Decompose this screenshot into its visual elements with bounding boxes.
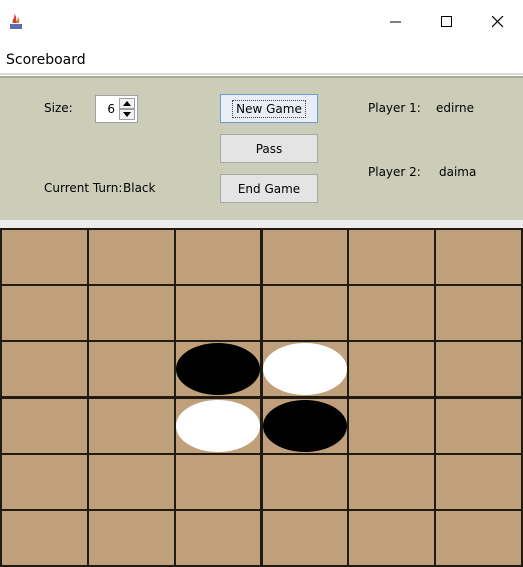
size-spinner-value[interactable]: 6 (107, 102, 115, 116)
player1-label: Player 1: (368, 101, 421, 115)
menu-scoreboard[interactable]: Scoreboard (6, 52, 86, 68)
pass-button[interactable]: Pass (220, 134, 318, 163)
close-button[interactable] (478, 8, 518, 36)
minimize-button[interactable] (376, 8, 416, 36)
board-cell[interactable] (88, 342, 174, 397)
java-app-icon (7, 11, 25, 31)
arrow-down-icon (123, 112, 131, 117)
board-cell[interactable] (436, 510, 521, 565)
board-cell[interactable] (436, 286, 521, 341)
board-cell[interactable] (262, 454, 348, 509)
board-cell[interactable] (436, 342, 521, 397)
board-cell[interactable] (88, 454, 174, 509)
game-board (0, 228, 523, 567)
close-icon (492, 16, 504, 28)
board-cell[interactable] (2, 454, 87, 509)
board-cell[interactable] (88, 510, 174, 565)
divider (0, 220, 523, 228)
board-cell[interactable] (436, 454, 521, 509)
spinner-down-button[interactable] (119, 109, 135, 120)
board-cell[interactable] (436, 398, 521, 453)
board-cell[interactable] (175, 230, 261, 285)
maximize-button[interactable] (427, 8, 467, 36)
board-cell[interactable] (262, 230, 348, 285)
board-cell[interactable] (2, 286, 87, 341)
pass-label: Pass (255, 141, 283, 156)
current-turn-label: Current Turn: (44, 181, 123, 195)
board-cell[interactable] (2, 342, 87, 397)
player2-label: Player 2: (368, 165, 421, 179)
board-cell[interactable] (262, 510, 348, 565)
current-turn-value: Black (123, 181, 156, 195)
size-label: Size: (44, 101, 73, 115)
size-spinner[interactable]: 6 (95, 95, 138, 123)
new-game-button[interactable]: New Game (220, 94, 318, 123)
board-cell[interactable] (349, 510, 435, 565)
board-cell[interactable] (175, 286, 261, 341)
board-cell[interactable] (349, 230, 435, 285)
board-cell[interactable] (175, 510, 261, 565)
board-cell[interactable] (88, 286, 174, 341)
divider (0, 73, 523, 75)
board-cell[interactable] (88, 230, 174, 285)
maximize-icon (441, 16, 452, 27)
player1-name: edirne (436, 101, 475, 115)
board-cell[interactable] (262, 286, 348, 341)
end-game-button[interactable]: End Game (220, 174, 318, 203)
arrow-up-icon (123, 101, 131, 106)
white-disc (175, 399, 261, 452)
board-cell[interactable] (88, 398, 174, 453)
title-bar (0, 0, 523, 44)
board-cell[interactable] (349, 454, 435, 509)
board-cell[interactable] (2, 230, 87, 285)
board-cell[interactable] (349, 398, 435, 453)
board-cell[interactable] (349, 342, 435, 397)
board-cell[interactable] (2, 398, 87, 453)
new-game-label: New Game (232, 99, 306, 118)
board-cell[interactable] (436, 230, 521, 285)
spinner-up-button[interactable] (119, 98, 135, 109)
minimize-icon (390, 21, 401, 23)
menu-bar: Scoreboard (0, 46, 523, 74)
black-disc (262, 399, 348, 452)
board-cell[interactable] (175, 454, 261, 509)
board-cell[interactable] (349, 286, 435, 341)
player2-name: daima (439, 165, 477, 179)
end-game-label: End Game (237, 181, 301, 196)
board-cell[interactable] (2, 510, 87, 565)
